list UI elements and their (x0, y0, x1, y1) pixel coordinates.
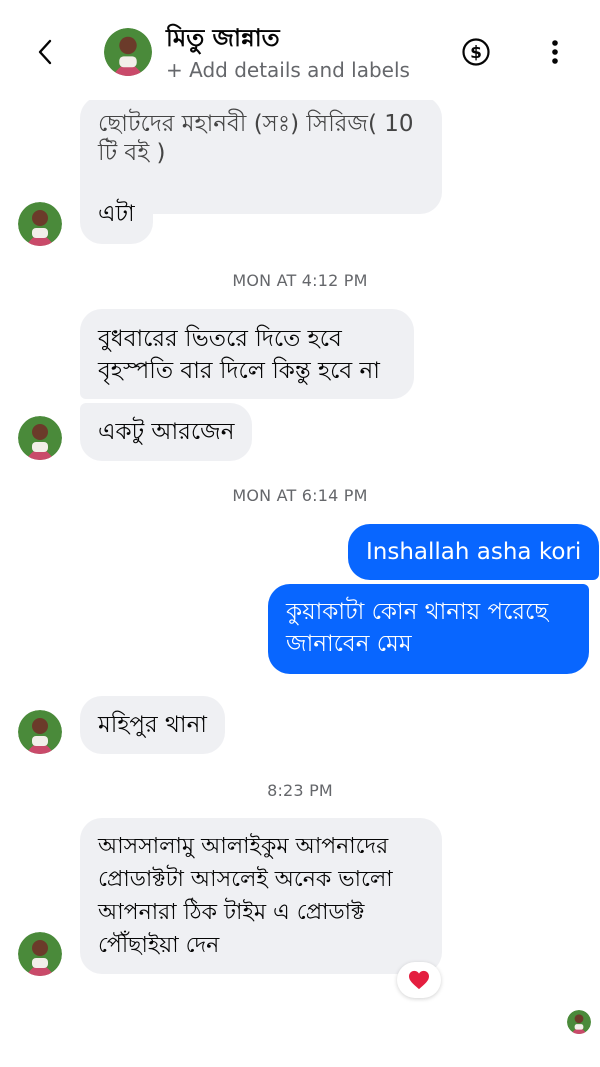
message-bubble-outgoing[interactable]: Inshallah asha kori (348, 524, 600, 580)
message-bubble-incoming[interactable]: একটু আরজেন (80, 403, 253, 461)
payment-button[interactable]: $ (461, 37, 491, 67)
message-text: Inshallah asha kori (366, 539, 582, 565)
heart-icon (408, 970, 430, 990)
avatar[interactable] (18, 416, 62, 460)
svg-text:$: $ (470, 43, 482, 63)
contact-name[interactable]: মিতু জান্নাত (166, 20, 280, 60)
back-button[interactable] (30, 34, 60, 70)
message-text: একটু আরজেন (98, 419, 235, 445)
timestamp: MON AT 4:12 PM (232, 271, 368, 290)
add-details-link[interactable]: + Add details and labels (166, 58, 410, 82)
contact-avatar[interactable] (104, 28, 152, 76)
read-receipt-avatar (567, 1010, 591, 1034)
more-vertical-icon (540, 37, 570, 67)
message-bubble-incoming[interactable]: আসসালামু আলাইকুম আপনাদের প্রোডাক্টটা আসল… (80, 818, 442, 974)
message-text: বুধবারের ভিতরে দিতে হবে বৃহস্পতি বার দিল… (98, 326, 380, 384)
conversation-thread: ছোটদের মহানবী (সঃ) সিরিজ( 10 টি বই ) এটা… (0, 0, 600, 1067)
timestamp: MON AT 6:14 PM (232, 486, 368, 505)
avatar[interactable] (18, 710, 62, 754)
message-text: কুয়াকাটা কোন থানায় পরেছে জানাবেন মেম (286, 599, 549, 657)
message-text: আসসালামু আলাইকুম আপনাদের প্রোডাক্টটা আসল… (98, 834, 393, 958)
message-text: এটা (98, 201, 135, 227)
avatar[interactable] (18, 932, 62, 976)
more-options-button[interactable] (540, 37, 570, 67)
reaction-badge[interactable] (397, 962, 441, 998)
message-bubble-incoming[interactable]: মহিপুর থানা (80, 696, 225, 754)
dollar-circle-icon: $ (461, 37, 491, 67)
chat-header: মিতু জান্নাত + Add details and labels $ (0, 0, 600, 100)
message-bubble-incoming[interactable]: বুধবারের ভিতরে দিতে হবে বৃহস্পতি বার দিল… (80, 309, 414, 399)
message-bubble-incoming[interactable]: এটা (80, 184, 153, 244)
avatar[interactable] (18, 202, 62, 246)
message-text: ছোটদের মহানবী (সঃ) সিরিজ( 10 টি বই ) (98, 111, 414, 166)
message-bubble-outgoing[interactable]: কুয়াকাটা কোন থানায় পরেছে জানাবেন মেম (268, 584, 589, 674)
timestamp: 8:23 PM (267, 781, 333, 800)
message-text: মহিপুর থানা (98, 712, 207, 738)
chevron-left-icon (37, 38, 53, 66)
